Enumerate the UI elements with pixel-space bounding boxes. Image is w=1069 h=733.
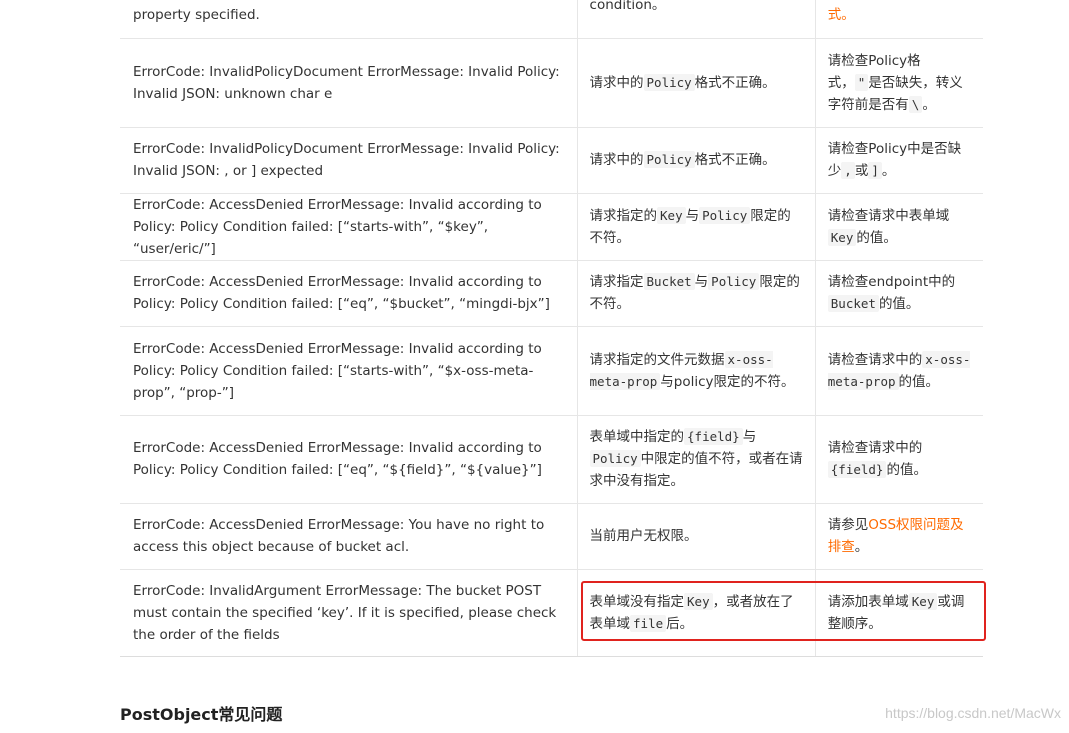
fix-text: 或 [854,163,869,179]
table-row: ErrorCode: AccessDenied ErrorMessage: Yo… [120,503,983,570]
fix-cell: 请参见OSS权限问题及排查。 [815,503,983,570]
fix-cell: 式。 [815,0,983,39]
code-token: Key [908,592,938,610]
table-row: ErrorCode: AccessDenied ErrorMessage: In… [120,193,983,261]
error-message-cell: ErrorCode: InvalidPolicyDocument ErrorMe… [120,127,578,194]
cause-text: condition。 [589,0,666,13]
error-message-cell: ErrorCode: AccessDenied ErrorMessage: In… [120,326,578,416]
error-text: ErrorCode: InvalidPolicyDocument ErrorMe… [133,63,560,102]
error-text: ErrorCode: AccessDenied ErrorMessage: In… [133,340,542,401]
cause-text: 格式不正确。 [694,74,776,91]
fix-cell: 请检查请求中表单域 Key 的值。 [815,193,983,261]
cause-text: 请求指定 [589,274,644,290]
code-token: Policy [699,206,751,224]
code-token: Bucket [827,295,879,312]
error-message-cell: ErrorCode: InvalidPolicyDocument ErrorMe… [120,38,578,128]
error-table: property specified. condition。 式。 ErrorC… [120,0,983,657]
code-token: Key [827,228,857,246]
table-row: ErrorCode: AccessDenied ErrorMessage: In… [120,326,983,416]
fix-text: 请检查请求中表单域 [827,207,950,224]
cause-text: 请求指定的文件元数据 [589,351,725,368]
cause-text: 与policy限定的不符。 [660,373,795,390]
code-token: Bucket [643,273,695,290]
fix-text: 请检查endpoint中的 [827,274,956,290]
error-message-cell: ErrorCode: AccessDenied ErrorMessage: In… [120,260,578,327]
cause-cell: 表单域中指定的 {field} 与Policy 中限定的值不符，或者在请求中没有指定。 [577,415,816,504]
fix-cell: 请检查Policy格式， " 是否缺失，转义字符前是否有 \。 [815,38,983,128]
cause-text: 当前用户无权限。 [589,528,698,544]
cause-cell: 请求中的 Policy 格式不正确。 [577,127,816,194]
watermark: https://blog.csdn.net/MacWx [885,705,1061,721]
error-message-cell: ErrorCode: AccessDenied ErrorMessage: In… [120,415,578,504]
code-token: \ [908,95,923,113]
fix-cell: 请检查endpoint中的 Bucket 的值。 [815,260,983,327]
cause-cell: 请求指定的文件元数据 x-oss-meta-prop 与policy限定的不符。 [577,326,816,416]
fix-cell: 请检查请求中的 {field} 的值。 [815,415,983,504]
fix-text: 请参见 [827,517,869,533]
cause-text: 格式不正确。 [694,152,776,168]
cause-cell: condition。 [577,0,816,39]
code-token: Policy [708,273,760,290]
cause-cell: 请求指定 Bucket 与 Policy 限定的不符。 [577,260,816,327]
fix-text: 请检查请求中的 [827,440,923,456]
error-text: ErrorCode: AccessDenied ErrorMessage: In… [133,274,550,312]
error-text: ErrorCode: AccessDenied ErrorMessage: In… [133,440,542,478]
fix-cell: 请检查请求中的 x-oss-meta-prop 的值。 [815,326,983,416]
code-token: " [854,73,869,91]
table-row: ErrorCode: InvalidPolicyDocument ErrorMe… [120,38,983,128]
fix-text: 的值。 [878,296,920,312]
error-message-cell: ErrorCode: AccessDenied ErrorMessage: Yo… [120,503,578,570]
table-row: ErrorCode: AccessDenied ErrorMessage: In… [120,415,983,504]
error-text: ErrorCode: InvalidPolicyDocument ErrorMe… [133,141,560,179]
code-token: file [630,614,667,632]
table-row: ErrorCode: InvalidArgument ErrorMessage:… [120,569,983,657]
fix-text: 。 [854,539,869,555]
cause-cell: 请求指定的 Key 与 Policy 限定的不符。 [577,193,816,261]
error-text: property specified. [133,6,260,23]
cause-text: 请求中的 [589,74,644,91]
code-token: Key [684,592,713,610]
fix-text: 的值。 [856,229,897,246]
cause-text: 后。 [666,615,694,632]
cause-cell: 表单域没有指定 Key ，或者放在了表单域 file 后。 [577,569,816,657]
fix-cell: 请检查Policy中是否缺少, 或]。 [815,127,983,194]
fix-text: 。 [881,163,896,179]
cause-cell: 请求中的 Policy 格式不正确。 [577,38,816,128]
table-row: ErrorCode: AccessDenied ErrorMessage: In… [120,260,983,327]
error-message-cell: ErrorCode: AccessDenied ErrorMessage: In… [120,193,578,261]
code-token: {field} [684,428,743,445]
section-title: PostObject常见问题 [120,705,283,724]
code-token: ] [868,162,882,179]
cause-text: 表单域中指定的 [589,429,685,445]
code-token: Policy [643,73,695,91]
cause-text: 请求指定的 [589,207,658,224]
error-message-cell: ErrorCode: InvalidArgument ErrorMessage:… [120,569,578,657]
table-row: ErrorCode: InvalidPolicyDocument ErrorMe… [120,127,983,194]
code-token: Policy [589,450,641,467]
error-text: ErrorCode: AccessDenied ErrorMessage: Yo… [133,517,545,555]
cause-text: 表单域没有指定 [589,593,685,610]
cause-text: 与 [694,274,709,290]
code-token: , [841,162,855,179]
cause-text: 请求中的 [589,152,644,168]
fix-text: 。 [922,96,936,113]
code-token: Policy [643,151,695,168]
fix-text: 请检查请求中的 [827,351,923,368]
error-text: ErrorCode: InvalidArgument ErrorMessage:… [133,582,557,643]
fix-link[interactable]: 式。 [828,7,855,23]
table-row: property specified. condition。 式。 [120,0,983,39]
cause-cell: 当前用户无权限。 [577,503,816,570]
code-token: {field} [827,461,887,478]
cause-text: 与 [742,429,757,445]
code-token: Key [657,206,686,224]
error-message-cell: property specified. [120,0,578,39]
fix-cell: 请添加表单域 Key 或调整顺序。 [815,569,983,657]
fix-text: 的值。 [886,462,927,478]
error-text: ErrorCode: AccessDenied ErrorMessage: In… [133,196,542,257]
cause-text: 与 [685,207,700,224]
fix-text: 的值。 [898,373,940,390]
fix-text: 请添加表单域 [827,593,909,610]
